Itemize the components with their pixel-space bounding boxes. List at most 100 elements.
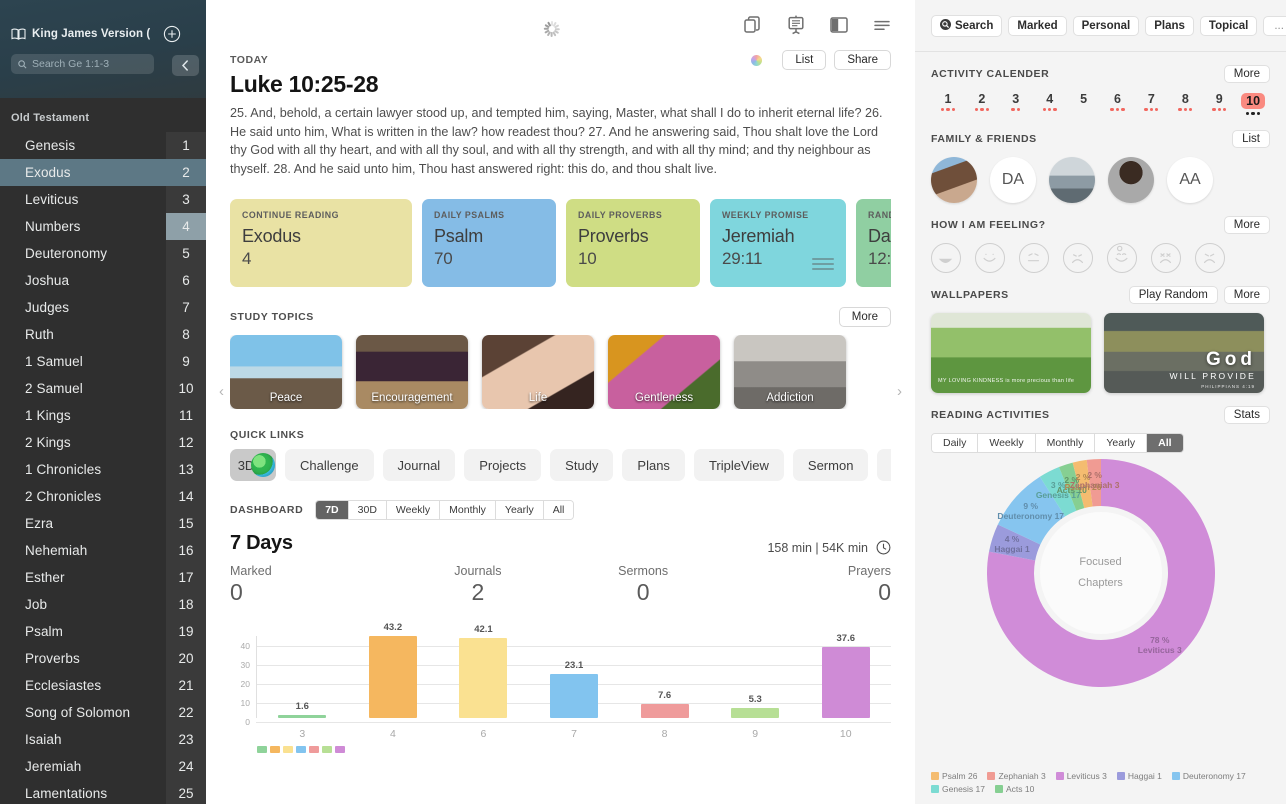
book-row[interactable]: Exodus2 [0, 159, 206, 186]
book-row[interactable]: Judges7 [0, 294, 206, 321]
donut-legend-item[interactable]: Leviticus 3 [1056, 771, 1112, 781]
study-topic-card[interactable]: Peace [230, 335, 342, 409]
wallpapers-more-button[interactable]: More [1224, 286, 1270, 304]
donut-legend-item[interactable]: Zephaniah 3 [987, 771, 1050, 781]
chapter-number[interactable]: 22 [166, 699, 206, 726]
reading-activities-range-selector[interactable]: DailyWeeklyMonthlyYearlyAll [931, 433, 1184, 453]
bar[interactable] [459, 638, 507, 718]
book-row[interactable]: Lamentations25 [0, 780, 206, 804]
book-row[interactable]: Proverbs20 [0, 645, 206, 672]
chapter-number[interactable]: 13 [166, 456, 206, 483]
chevron-right-icon[interactable]: › [897, 383, 902, 400]
filter-chip-marked[interactable]: Marked [1008, 16, 1066, 36]
family-friends-list-button[interactable]: List [1232, 130, 1270, 148]
quick-link-journal[interactable]: Journal [383, 449, 456, 481]
dashboard-range-monthly[interactable]: Monthly [440, 501, 496, 519]
menu-icon[interactable] [871, 14, 893, 36]
study-topic-card[interactable]: Addiction [734, 335, 846, 409]
avatar[interactable] [1108, 157, 1154, 203]
study-topics-more-button[interactable]: More [839, 307, 891, 327]
chapter-number[interactable]: 6 [166, 267, 206, 294]
book-row[interactable]: 1 Kings11 [0, 402, 206, 429]
book-row[interactable]: Ruth8 [0, 321, 206, 348]
quick-link-challenge[interactable]: Challenge [285, 449, 374, 481]
book-row[interactable]: Ecclesiastes21 [0, 672, 206, 699]
quick-card[interactable]: CONTINUE READINGExodus4 [230, 199, 412, 287]
quick-card[interactable]: DAILY PROVERBSProverbs10 [566, 199, 700, 287]
wallpapers-play-random-button[interactable]: Play Random [1129, 286, 1218, 304]
feeling-more-button[interactable]: More [1224, 216, 1270, 234]
bar[interactable] [731, 708, 779, 718]
dashboard-range-selector[interactable]: 7D30DWeeklyMonthlyYearlyAll [315, 500, 574, 520]
donut-legend-item[interactable]: Acts 10 [995, 784, 1039, 794]
chapter-number[interactable]: 9 [166, 348, 206, 375]
quick-link-plans[interactable]: Plans [622, 449, 685, 481]
donut-legend-item[interactable]: Psalm 26 [931, 771, 982, 781]
chapter-number[interactable]: 3 [166, 186, 206, 213]
activity-calendar-more-button[interactable]: More [1224, 65, 1270, 83]
calendar-day[interactable]: 8 [1168, 92, 1202, 117]
quick-link-projects[interactable]: Projects [464, 449, 541, 481]
book-row[interactable]: 2 Samuel10 [0, 375, 206, 402]
calendar-day[interactable]: 9 [1202, 92, 1236, 117]
chapter-number[interactable]: 16 [166, 537, 206, 564]
quick-link-sermon[interactable]: Sermon [793, 449, 869, 481]
chapter-number[interactable]: 7 [166, 294, 206, 321]
dashboard-range-weekly[interactable]: Weekly [387, 501, 440, 519]
calendar-day[interactable]: 2 [965, 92, 999, 117]
calendar-day[interactable]: 10 [1236, 92, 1270, 117]
calendar-day[interactable]: 4 [1033, 92, 1067, 117]
book-row[interactable]: Ezra15 [0, 510, 206, 537]
book-row[interactable]: Leviticus3 [0, 186, 206, 213]
calendar-day[interactable]: 1 [931, 92, 965, 117]
chapter-number[interactable]: 8 [166, 321, 206, 348]
chapter-number[interactable]: 10 [166, 375, 206, 402]
chapter-number[interactable]: 18 [166, 591, 206, 618]
book-row[interactable]: Isaiah23 [0, 726, 206, 753]
filter-chip-personal[interactable]: Personal [1073, 16, 1140, 36]
chapter-number[interactable]: 25 [166, 780, 206, 804]
wallpaper-thumbnail[interactable]: GodWILL PROVIDEPHILIPPIANS 4:19 [1104, 313, 1264, 393]
copy-icon[interactable] [742, 14, 764, 36]
overflow-menu-button[interactable]: ... [1263, 16, 1286, 36]
chapter-number[interactable]: 11 [166, 402, 206, 429]
list-button[interactable]: List [782, 50, 826, 70]
book-row[interactable]: Deuteronomy5 [0, 240, 206, 267]
calendar-day[interactable]: 3 [999, 92, 1033, 117]
filter-chip-plans[interactable]: Plans [1145, 16, 1194, 36]
reading-range-all[interactable]: All [1147, 434, 1182, 452]
quick-card[interactable]: WEEKLY PROMISEJeremiah29:11 [710, 199, 846, 287]
book-row[interactable]: Song of Solomon22 [0, 699, 206, 726]
bar[interactable] [369, 636, 417, 719]
sidebar-search-box[interactable] [11, 54, 154, 74]
calendar-day[interactable]: 5 [1067, 92, 1101, 117]
reading-range-yearly[interactable]: Yearly [1095, 434, 1147, 452]
chapter-number[interactable]: 4 [166, 213, 206, 240]
bar[interactable] [278, 715, 326, 718]
dashboard-range-7d[interactable]: 7D [316, 501, 348, 519]
book-row[interactable]: Psalm19 [0, 618, 206, 645]
sad-face-icon[interactable] [1195, 243, 1225, 273]
book-row[interactable]: 2 Kings12 [0, 429, 206, 456]
book-row[interactable]: Jeremiah24 [0, 753, 206, 780]
reading-activities-stats-button[interactable]: Stats [1224, 406, 1270, 424]
bar[interactable] [822, 647, 870, 719]
book-row[interactable]: Genesis1 [0, 132, 206, 159]
chevron-left-icon[interactable]: ‹ [219, 383, 224, 400]
book-row[interactable]: 2 Chronicles14 [0, 483, 206, 510]
smile-face-icon[interactable] [975, 243, 1005, 273]
dashboard-range-yearly[interactable]: Yearly [496, 501, 544, 519]
chapter-number[interactable]: 1 [166, 132, 206, 159]
filter-chip-topical[interactable]: Topical [1200, 16, 1257, 36]
distressed-face-icon[interactable] [1151, 243, 1181, 273]
book-row[interactable]: Numbers4 [0, 213, 206, 240]
bar[interactable] [641, 704, 689, 719]
avatar[interactable] [1049, 157, 1095, 203]
share-button[interactable]: Share [834, 50, 891, 70]
book-row[interactable]: Job18 [0, 591, 206, 618]
chapter-number[interactable]: 20 [166, 645, 206, 672]
chapter-number[interactable]: 23 [166, 726, 206, 753]
chapter-number[interactable]: 19 [166, 618, 206, 645]
chapter-number[interactable]: 14 [166, 483, 206, 510]
chapter-number[interactable]: 2 [166, 159, 206, 186]
